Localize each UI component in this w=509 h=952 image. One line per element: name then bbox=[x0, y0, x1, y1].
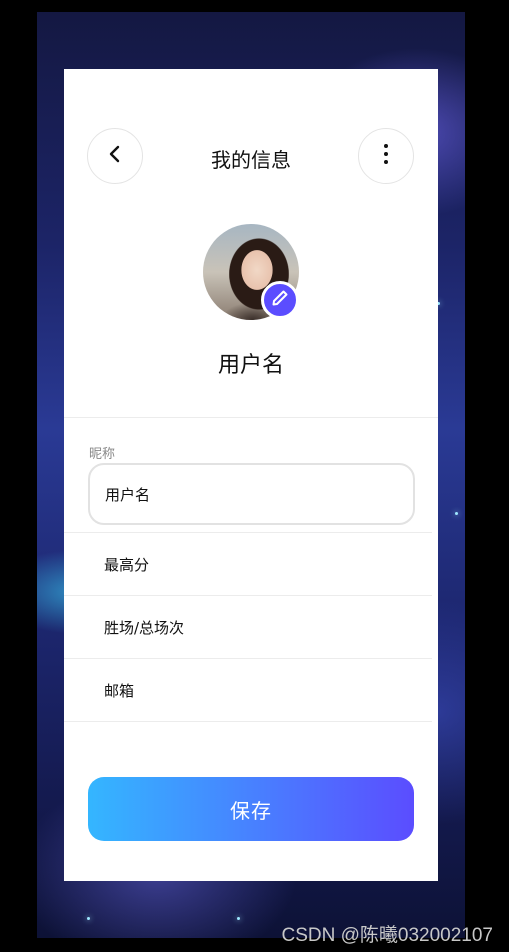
profile-username: 用户名 bbox=[217, 353, 284, 378]
profile-card: 我的信息 用户名 昵称 用户名 最高分 胜场/总场次 邮箱 保存 bbox=[64, 69, 438, 881]
divider bbox=[64, 417, 438, 418]
list-item-win-rate[interactable]: 胜场/总场次 bbox=[64, 597, 432, 659]
more-options-button[interactable] bbox=[358, 128, 414, 184]
more-vertical-icon bbox=[383, 143, 389, 169]
star-decoration bbox=[237, 917, 240, 920]
email-label: 邮箱 bbox=[104, 682, 135, 700]
nickname-label: 昵称 bbox=[89, 447, 116, 462]
watermark: CSDN @陈曦032002107 bbox=[281, 925, 493, 946]
high-score-label: 最高分 bbox=[104, 556, 150, 574]
pencil-icon bbox=[271, 289, 289, 311]
list-item-high-score[interactable]: 最高分 bbox=[64, 534, 432, 596]
edit-avatar-button[interactable] bbox=[261, 281, 299, 319]
star-decoration bbox=[87, 917, 90, 920]
win-rate-label: 胜场/总场次 bbox=[104, 619, 185, 637]
nickname-input[interactable]: 用户名 bbox=[88, 463, 415, 525]
divider bbox=[64, 532, 432, 533]
list-item-email[interactable]: 邮箱 bbox=[64, 660, 432, 722]
save-button[interactable]: 保存 bbox=[88, 777, 414, 841]
star-decoration bbox=[455, 512, 458, 515]
